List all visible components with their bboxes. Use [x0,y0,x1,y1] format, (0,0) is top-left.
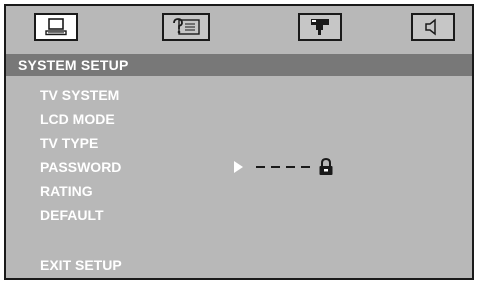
menu-item-lcd-mode[interactable]: LCD MODE [40,111,115,127]
tab-audio[interactable] [411,13,455,41]
password-digit [286,166,295,168]
menu-item-tv-system[interactable]: TV SYSTEM [40,87,119,103]
tab-video[interactable] [298,13,342,41]
right-triangle-icon [234,161,243,173]
menu-item-password[interactable]: PASSWORD [40,159,121,175]
menu-item-rating[interactable]: RATING [40,183,93,199]
menu-item-default[interactable]: DEFAULT [40,207,104,223]
menu-item-tv-type[interactable]: TV TYPE [40,135,98,151]
tab-general[interactable] [34,13,78,41]
lock-icon [319,158,333,175]
password-digit [271,166,280,168]
tab-bar [6,6,472,52]
computer-icon [45,18,67,36]
osd-setup-panel: SYSTEM SETUP TV SYSTEM LCD MODE TV TYPE … [4,4,474,280]
help-icon [173,18,200,35]
speaker-icon [425,18,436,36]
section-title: SYSTEM SETUP [6,54,472,76]
password-field[interactable] [234,158,334,176]
menu-item-exit-setup[interactable]: EXIT SETUP [40,257,122,273]
tab-help[interactable] [162,13,210,41]
password-digit [256,166,265,168]
camera-icon [311,19,329,35]
password-digit [301,166,310,168]
